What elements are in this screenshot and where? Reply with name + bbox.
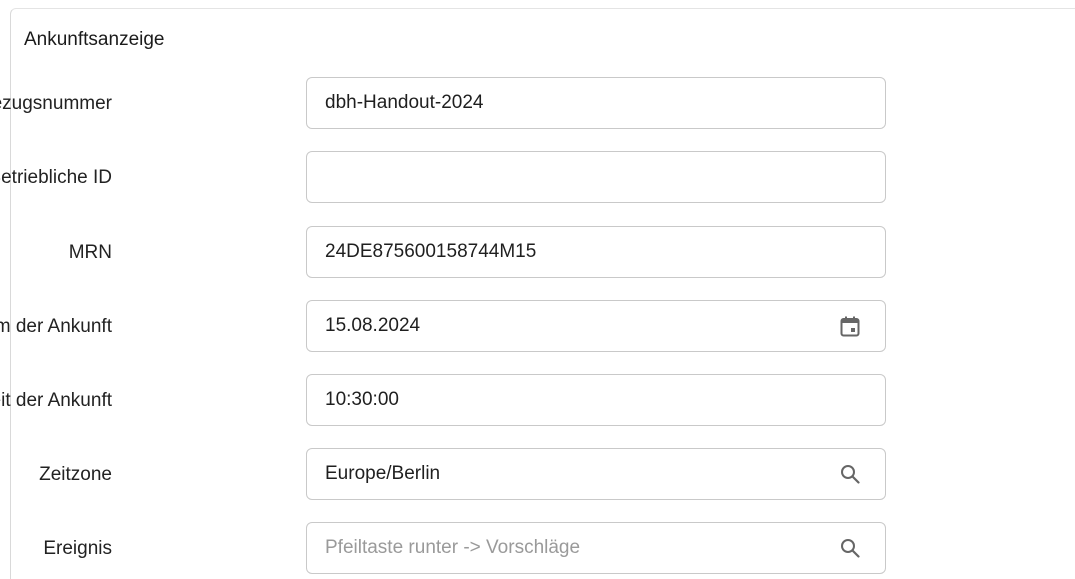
zeit-der-ankunft-label: Zeit der Ankunft: [0, 390, 112, 411]
betriebliche-id-field-box[interactable]: [306, 151, 886, 203]
datum-der-ankunft-field-box[interactable]: [306, 300, 886, 352]
search-icon[interactable]: [839, 537, 861, 559]
zeit-der-ankunft-input[interactable]: [325, 375, 805, 425]
form-row-zeit-der-ankunft: Zeit der Ankunft: [0, 374, 900, 428]
mrn-field-box[interactable]: [306, 226, 886, 278]
datum-der-ankunft-label: Datum der Ankunft: [0, 316, 112, 337]
form-row-mrn: MRN: [0, 226, 900, 280]
section-title: Ankunftsanzeige: [24, 29, 165, 50]
zeitzone-label: Zeitzone: [39, 464, 112, 485]
betriebliche-id-label: Betriebliche ID: [0, 167, 112, 188]
zeitzone-field-box[interactable]: [306, 448, 886, 500]
bezugsnummer-label: Bezugsnummer: [0, 93, 112, 114]
zeit-der-ankunft-field-box[interactable]: [306, 374, 886, 426]
mrn-label: MRN: [68, 242, 112, 263]
form-row-betriebliche-id: Betriebliche ID: [0, 151, 900, 205]
form-row-bezugsnummer: Bezugsnummer: [0, 77, 900, 131]
bezugsnummer-input[interactable]: [325, 78, 805, 128]
form-row-zeitzone: Zeitzone: [0, 448, 900, 502]
form-row-datum-der-ankunft: Datum der Ankunft: [0, 300, 900, 354]
mrn-input[interactable]: [325, 227, 805, 277]
ereignis-field-box[interactable]: [306, 522, 886, 574]
zeitzone-input[interactable]: [325, 449, 805, 499]
bezugsnummer-field-box[interactable]: [306, 77, 886, 129]
datum-der-ankunft-input[interactable]: [325, 301, 805, 351]
calendar-icon[interactable]: [839, 315, 861, 337]
betriebliche-id-input[interactable]: [325, 152, 805, 202]
form-row-ereignis: Ereignis: [0, 522, 900, 576]
search-icon[interactable]: [839, 463, 861, 485]
ereignis-label: Ereignis: [43, 538, 112, 559]
ereignis-input[interactable]: [325, 523, 805, 573]
